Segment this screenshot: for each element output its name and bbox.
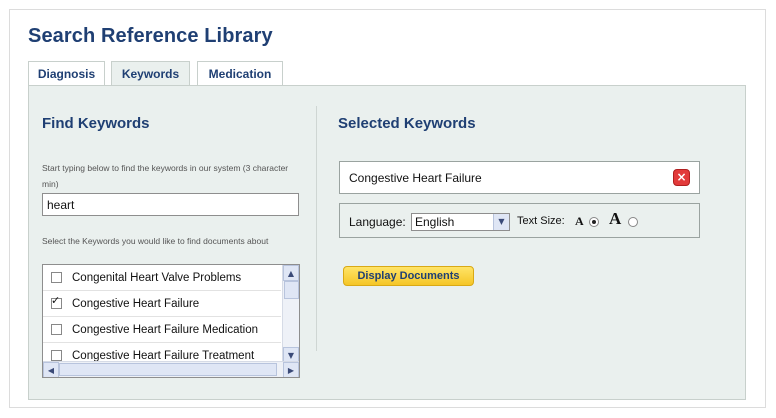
remove-keyword-icon[interactable]: × bbox=[673, 169, 690, 186]
checkbox-checked[interactable] bbox=[51, 294, 62, 309]
text-size-small-label: A bbox=[575, 214, 584, 228]
checkbox[interactable] bbox=[51, 350, 62, 361]
page-title: Search Reference Library bbox=[28, 25, 273, 47]
text-size-small-radio[interactable] bbox=[589, 217, 599, 227]
tab-keywords[interactable]: Keywords bbox=[111, 61, 190, 86]
scroll-right-icon[interactable]: ▶ bbox=[283, 362, 299, 377]
scroll-thumb-horizontal[interactable] bbox=[59, 363, 277, 376]
find-keywords-heading: Find Keywords bbox=[42, 115, 150, 132]
list-item[interactable]: Congestive Heart Failure Medication bbox=[43, 317, 281, 343]
list-item-label: Congestive Heart Failure bbox=[72, 297, 200, 310]
column-divider bbox=[316, 106, 317, 351]
tab-medication[interactable]: Medication bbox=[197, 61, 283, 85]
text-size-large-label: A bbox=[609, 209, 622, 228]
language-value: English bbox=[415, 215, 455, 229]
chevron-down-icon[interactable]: ▼ bbox=[493, 214, 509, 230]
horizontal-scrollbar[interactable]: ◀ ▶ bbox=[43, 361, 299, 377]
scroll-up-icon[interactable]: ▲ bbox=[283, 265, 299, 281]
keyword-search-input[interactable] bbox=[42, 193, 299, 216]
search-hint: Start typing below to find the keywords … bbox=[42, 163, 289, 189]
scroll-left-icon[interactable]: ◀ bbox=[43, 362, 59, 377]
list-item-label: Congestive Heart Failure Medication bbox=[72, 323, 259, 336]
keywords-panel: Find Keywords Start typing below to find… bbox=[28, 85, 746, 400]
selected-keywords-heading: Selected Keywords bbox=[338, 115, 476, 132]
selected-keyword: Congestive Heart Failure × bbox=[339, 161, 700, 194]
checkbox[interactable] bbox=[51, 272, 62, 283]
text-size-large-radio[interactable] bbox=[628, 217, 638, 227]
list-item-label: Congenital Heart Valve Problems bbox=[72, 271, 242, 284]
display-options: Language: English ▼ Text Size: A A bbox=[339, 203, 700, 238]
selected-keyword-label: Congestive Heart Failure bbox=[349, 170, 482, 185]
list-item[interactable]: Congenital Heart Valve Problems bbox=[43, 265, 281, 291]
display-documents-button[interactable]: Display Documents bbox=[343, 266, 474, 286]
list-item[interactable]: Congestive Heart Failure bbox=[43, 291, 281, 317]
scroll-thumb[interactable] bbox=[284, 281, 299, 299]
select-hint: Select the Keywords you would like to fi… bbox=[42, 236, 269, 246]
checkbox[interactable] bbox=[51, 324, 62, 335]
language-select[interactable]: English ▼ bbox=[411, 213, 510, 231]
keyword-listbox[interactable]: Congenital Heart Valve Problems Congesti… bbox=[42, 264, 300, 378]
list-item-label: Congestive Heart Failure Treatment bbox=[72, 349, 255, 362]
text-size-label: Text Size: bbox=[517, 215, 565, 227]
vertical-scrollbar[interactable]: ▲ ▼ bbox=[282, 265, 299, 363]
language-label: Language: bbox=[349, 215, 406, 229]
tab-diagnosis[interactable]: Diagnosis bbox=[28, 61, 105, 85]
